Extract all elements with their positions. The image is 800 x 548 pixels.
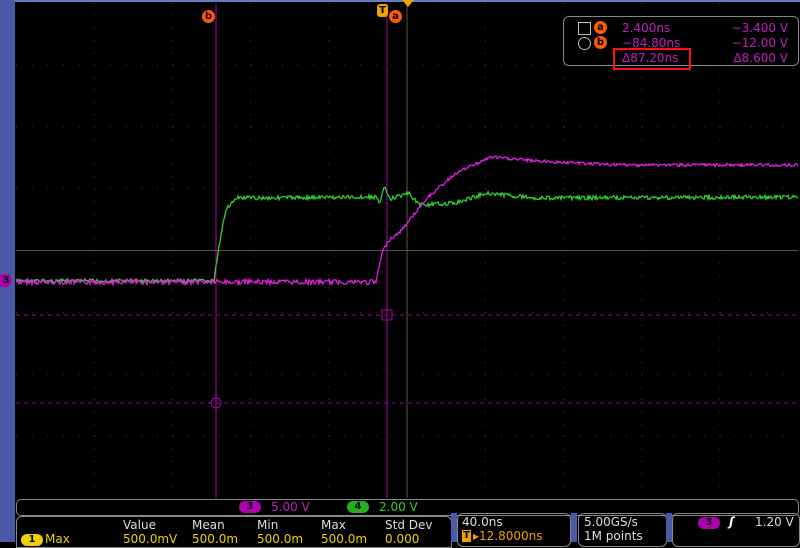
trigger-position: ▸12.8000ns xyxy=(473,529,543,543)
trigger-level: 1.20 V xyxy=(755,515,794,529)
record-length: 1M points xyxy=(584,529,643,543)
measurement-min: 500.0m xyxy=(257,532,304,546)
trigger-position-marker[interactable]: T xyxy=(377,4,388,17)
header-max: Max xyxy=(321,518,346,532)
trigger-icon: T xyxy=(462,530,471,542)
measurement-panel: Value Mean Min Max Std Dev 1 Max 500.0mV… xyxy=(16,516,452,548)
ch1-badge: 1 xyxy=(21,534,43,546)
waveform-display[interactable] xyxy=(16,3,798,498)
measurement-max: 500.0m xyxy=(321,532,368,546)
trigger-source-badge: 3 xyxy=(698,517,720,529)
trigger-point-icon xyxy=(402,0,414,7)
header-mean: Mean xyxy=(192,518,225,532)
header-std-dev: Std Dev xyxy=(385,518,433,532)
cursor-a-badge: a xyxy=(594,21,607,34)
measurement-name: Max xyxy=(45,532,70,546)
graticule xyxy=(16,3,798,498)
cursor-b-volt: −12.00 V xyxy=(731,36,788,50)
ch4-badge[interactable]: 4 xyxy=(347,501,369,513)
square-cursor-icon xyxy=(578,22,591,35)
measurement-mean: 500.0m xyxy=(192,532,239,546)
highlight-box xyxy=(613,48,691,70)
delta-volt: Δ8.600 V xyxy=(733,51,788,65)
sample-rate: 5.00GS/s xyxy=(584,515,638,529)
header-value: Value xyxy=(123,518,156,532)
cursor-b-badge: b xyxy=(594,36,607,49)
cursor-a-marker[interactable]: a xyxy=(389,4,402,23)
measurement-value: 500.0mV xyxy=(123,532,178,546)
circle-cursor-icon xyxy=(578,37,591,50)
cursor-b-marker[interactable]: b xyxy=(202,4,215,23)
rising-edge-icon: ʃ xyxy=(729,515,734,529)
ch3-badge[interactable]: 3 xyxy=(239,501,261,513)
measurement-std-dev: 0.000 xyxy=(385,532,420,546)
horizontal-scale: 40.0ns xyxy=(462,515,503,529)
ch4-scale[interactable]: 2.00 V xyxy=(379,500,418,514)
ch3-scale[interactable]: 5.00 V xyxy=(271,500,310,514)
cursor-a-volt: −3.400 V xyxy=(731,21,788,35)
header-min: Min xyxy=(257,518,279,532)
cursor-a-time: 2.400ns xyxy=(622,21,671,35)
left-frame xyxy=(0,0,15,542)
panel-separator xyxy=(571,513,577,542)
